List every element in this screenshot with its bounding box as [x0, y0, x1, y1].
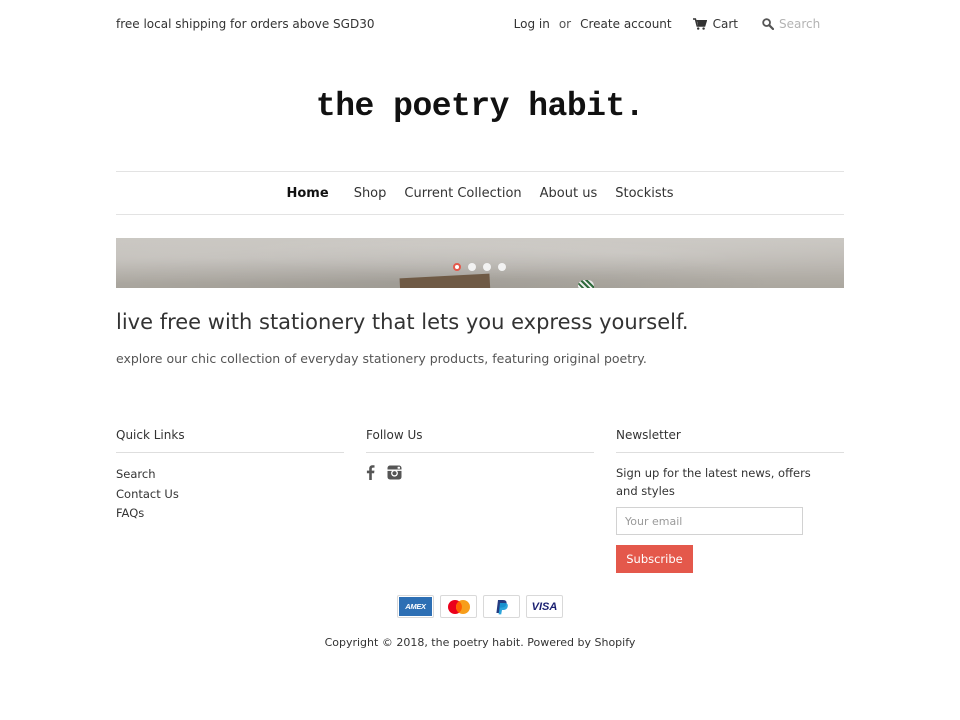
paypal-icon [483, 595, 520, 618]
newsletter-title: Newsletter [616, 428, 844, 453]
nav-item-shop[interactable]: Shop [345, 186, 396, 201]
nav-item-home[interactable]: Home [278, 186, 338, 201]
newsletter-email-input[interactable] [616, 507, 803, 535]
create-account-link[interactable]: Create account [580, 17, 672, 31]
search-box [762, 17, 844, 31]
nav-item-current-collection[interactable]: Current Collection [395, 186, 530, 201]
cart-label: Cart [712, 17, 738, 31]
slide-dot-3[interactable] [483, 263, 491, 271]
instagram-icon[interactable] [387, 465, 402, 484]
hero-headline: live free with stationery that lets you … [116, 310, 689, 334]
search-icon[interactable] [762, 18, 774, 30]
copyright-text: Copyright © 2018, the poetry habit. Powe… [324, 636, 636, 649]
nav-item-stockists[interactable]: Stockists [606, 186, 682, 201]
follow-us-title: Follow Us [366, 428, 594, 453]
cart-link[interactable]: Cart [692, 17, 738, 31]
search-input[interactable] [779, 17, 841, 31]
cart-icon [692, 18, 707, 30]
main-nav: Home Shop Current Collection About us St… [116, 171, 844, 215]
slide-pagination [453, 263, 513, 271]
top-bar: free local shipping for orders above SGD… [116, 14, 844, 34]
footer-link-contact-us[interactable]: Contact Us [116, 485, 344, 505]
social-links [366, 465, 594, 484]
slide-dot-4[interactable] [498, 263, 506, 271]
or-text: or [558, 17, 572, 31]
subscribe-button[interactable]: Subscribe [616, 545, 693, 573]
quick-links-title: Quick Links [116, 428, 344, 453]
slide-plant-image [578, 280, 594, 288]
site-logo[interactable]: the poetry habit. [0, 88, 960, 125]
nav-item-about-us[interactable]: About us [531, 186, 607, 201]
amex-label: AMEX [405, 602, 426, 611]
footer-follow-us: Follow Us [366, 428, 594, 484]
visa-icon: VISA [526, 595, 563, 618]
login-link[interactable]: Log in [514, 17, 550, 31]
newsletter-description: Sign up for the latest news, offers and … [616, 466, 811, 498]
footer-quick-links: Quick Links Search Contact Us FAQs [116, 428, 344, 524]
payment-icons: AMEX VISA [0, 595, 960, 618]
visa-label: VISA [531, 600, 558, 613]
footer-newsletter: Newsletter Sign up for the latest news, … [616, 428, 844, 573]
account-links: Log in or Create account Cart [514, 17, 844, 31]
footer-link-search[interactable]: Search [116, 465, 344, 485]
mastercard-icon [440, 595, 477, 618]
hero-subheadline: explore our chic collection of everyday … [116, 351, 647, 366]
hero-slideshow[interactable] [116, 238, 844, 288]
amex-icon: AMEX [397, 595, 434, 618]
shipping-notice: free local shipping for orders above SGD… [116, 17, 375, 31]
slide-dot-1[interactable] [453, 263, 461, 271]
slide-dot-2[interactable] [468, 263, 476, 271]
footer-link-faqs[interactable]: FAQs [116, 504, 344, 524]
facebook-icon[interactable] [366, 465, 375, 484]
